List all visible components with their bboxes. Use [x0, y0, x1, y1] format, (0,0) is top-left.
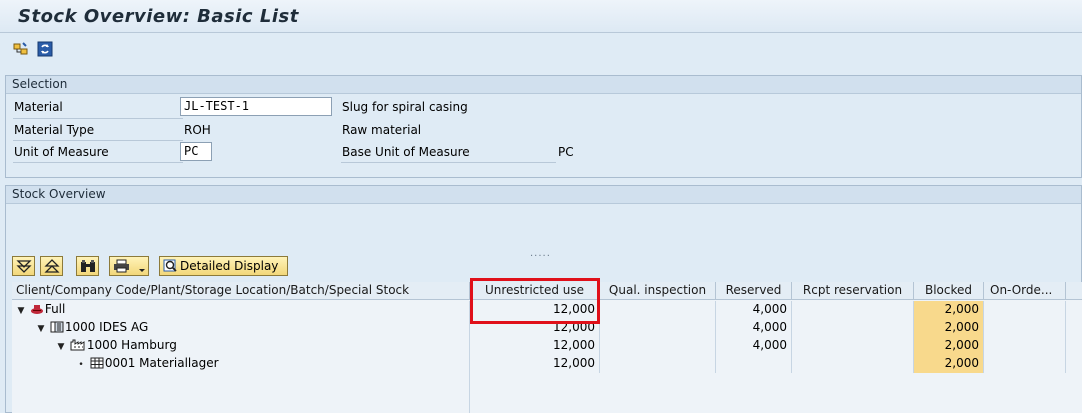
material-type-description: Raw material — [342, 123, 422, 137]
expanded-triangle-icon[interactable]: ▼ — [56, 339, 66, 355]
client-icon — [30, 303, 44, 319]
magnifier-icon — [163, 259, 177, 272]
divider — [13, 140, 183, 141]
blocked-cell: 2,000 — [914, 355, 984, 373]
qual-cell — [600, 301, 716, 319]
table-cell: ▼ Full — [12, 301, 470, 319]
selection-title: Selection — [6, 76, 1081, 94]
material-description: Slug for spiral casing — [342, 100, 468, 114]
material-field[interactable]: JL-TEST-1 — [180, 97, 332, 116]
rcpt-cell — [792, 301, 914, 319]
selection-group: Selection Material JL-TEST-1 Slug for sp… — [5, 75, 1082, 178]
uom-field[interactable]: PC — [180, 142, 212, 161]
material-type-value: ROH — [184, 123, 211, 137]
col-qual-inspection[interactable]: Qual. inspection — [600, 282, 716, 300]
print-button[interactable] — [109, 256, 149, 276]
divider — [13, 118, 183, 119]
table-cell: ▼ 1000 IDES AG — [12, 319, 470, 337]
expand-all-icon — [16, 260, 32, 273]
stock-overview-title: Stock Overview — [6, 186, 1081, 204]
col-blocked[interactable]: Blocked — [914, 282, 984, 300]
rcpt-cell — [792, 319, 914, 337]
detailed-display-label: Detailed Display — [180, 259, 279, 273]
blocked-cell: 2,000 — [914, 301, 984, 319]
node-label: 1000 IDES AG — [64, 320, 149, 334]
col-hierarchy[interactable]: Client/Company Code/Plant/Storage Locati… — [12, 282, 470, 300]
reserved-cell: 4,000 — [716, 319, 792, 337]
node-label: Full — [44, 302, 66, 316]
col-reserved[interactable]: Reserved — [716, 282, 792, 300]
qual-cell — [600, 355, 716, 373]
table-row[interactable]: • 0001 Materiallager 12,000 2,000 — [12, 355, 1082, 373]
rcpt-cell — [792, 355, 914, 373]
storage-location-icon — [90, 357, 104, 373]
node-label: 1000 Hamburg — [86, 338, 177, 352]
qual-cell — [600, 337, 716, 355]
binoculars-icon — [81, 260, 95, 272]
column-divider — [469, 373, 470, 413]
title-bar: Stock Overview: Basic List — [0, 0, 1082, 33]
uom-label: Unit of Measure — [14, 145, 109, 159]
application-toolbar — [0, 33, 1082, 67]
table-cell: • 0001 Materiallager — [12, 355, 470, 373]
onorder-cell — [984, 355, 1066, 373]
stock-grid: Client/Company Code/Plant/Storage Locati… — [12, 278, 1082, 413]
material-label: Material — [14, 100, 63, 114]
divider — [13, 162, 183, 163]
highlight-box — [470, 278, 600, 324]
reserved-cell: 4,000 — [716, 337, 792, 355]
dropdown-arrow-icon — [139, 269, 145, 272]
base-uom-label: Base Unit of Measure — [342, 145, 470, 159]
base-uom-value: PC — [558, 145, 574, 159]
reserved-cell: 4,000 — [716, 301, 792, 319]
onorder-cell — [984, 337, 1066, 355]
expanded-triangle-icon[interactable]: ▼ — [36, 321, 46, 337]
leaf-bullet-icon: • — [78, 360, 84, 370]
detailed-display-button[interactable]: Detailed Display — [159, 256, 288, 276]
plant-icon — [70, 339, 86, 355]
onorder-cell — [984, 319, 1066, 337]
expand-button[interactable] — [12, 256, 35, 276]
unrestricted-cell: 12,000 — [470, 355, 600, 373]
window-title: Stock Overview: Basic List — [18, 6, 299, 27]
table-cell: ▼ 1000 Hamburg — [12, 337, 470, 355]
reserved-cell — [716, 355, 792, 373]
onorder-cell — [984, 301, 1066, 319]
col-on-order[interactable]: On-Orde... — [984, 282, 1066, 300]
qual-cell — [600, 319, 716, 337]
table-row[interactable]: ▼ 1000 Hamburg 12,000 4,000 2,000 — [12, 337, 1082, 355]
collapse-all-icon — [44, 259, 60, 273]
find-button[interactable] — [76, 256, 99, 276]
collapse-button[interactable] — [40, 256, 63, 276]
splitter-handle[interactable]: ..... — [530, 248, 551, 259]
printer-icon — [114, 259, 129, 273]
expanded-triangle-icon[interactable]: ▼ — [16, 303, 26, 319]
refresh-icon[interactable] — [37, 41, 53, 57]
unrestricted-cell: 12,000 — [470, 337, 600, 355]
node-label: 0001 Materiallager — [104, 356, 219, 370]
material-type-label: Material Type — [14, 123, 95, 137]
col-rcpt-reservation[interactable]: Rcpt reservation — [792, 282, 914, 300]
blocked-cell: 2,000 — [914, 319, 984, 337]
company-code-icon — [50, 321, 64, 337]
hierarchy-icon[interactable] — [13, 41, 29, 57]
divider — [341, 162, 556, 163]
blocked-cell: 2,000 — [914, 337, 984, 355]
rcpt-cell — [792, 337, 914, 355]
